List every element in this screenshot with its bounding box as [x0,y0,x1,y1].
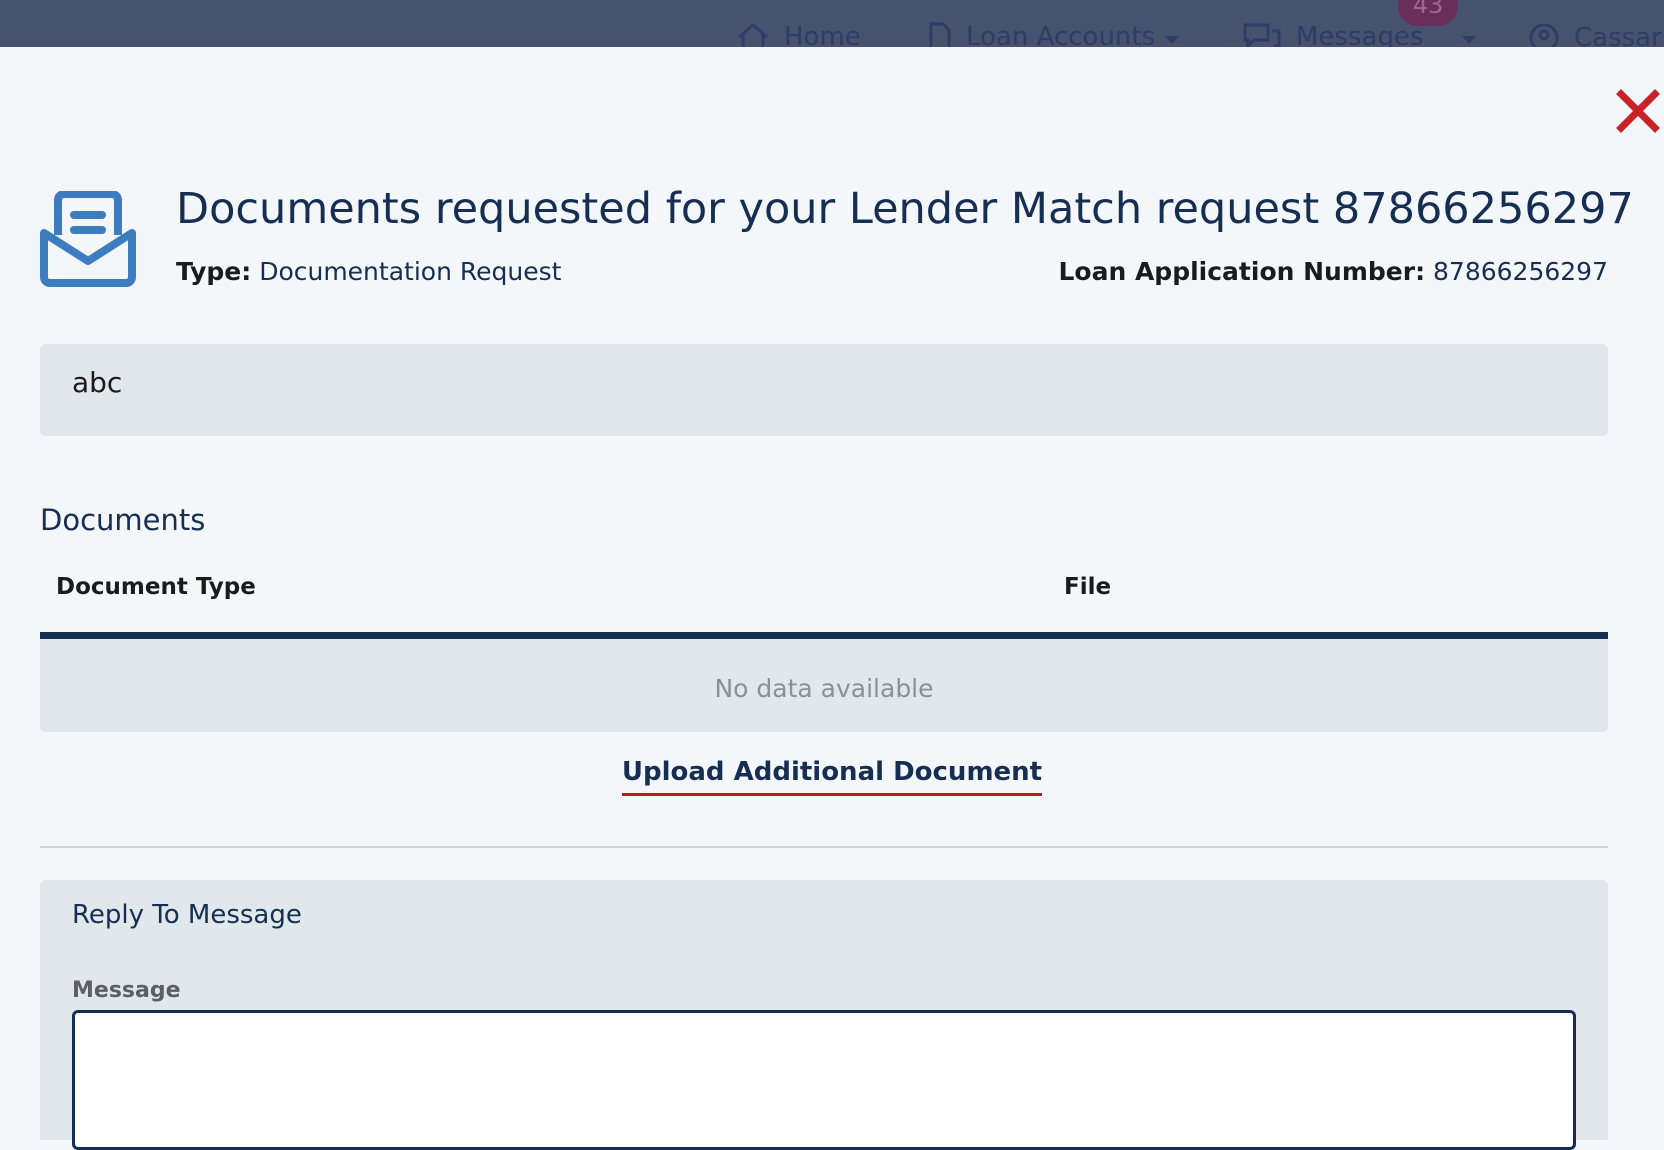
table-header: Document Type File [40,567,1608,639]
loan-application-number: Loan Application Number: 87866256297 [1058,257,1608,286]
nav-user-label: Cassar [1574,23,1662,47]
type-label: Type: [176,257,252,286]
envelope-document-icon [40,190,136,287]
message-type: Type: Documentation Request [176,257,561,286]
reply-card: Reply To Message Message [40,880,1608,1150]
nav-home[interactable]: Home [736,22,861,47]
nav-loan-accounts-label: Loan Accounts [966,22,1156,47]
type-value: Documentation Request [259,257,562,286]
loan-number-value: 87866256297 [1433,257,1608,286]
chevron-down-icon [1165,36,1180,44]
chat-icon [1243,23,1281,47]
message-detail-modal: Documents requested for your Lender Matc… [0,47,1664,1150]
loan-number-label: Loan Application Number: [1058,257,1426,286]
upload-link-container: Upload Additional Document [0,757,1664,796]
chevron-down-icon [1461,36,1476,44]
empty-table-message: No data available [40,639,1608,732]
column-header-file[interactable]: File [1064,567,1111,607]
nav-home-label: Home [784,22,861,47]
user-icon [1529,23,1559,47]
documents-heading: Documents [40,503,206,537]
documents-table: Document Type File No data available [40,567,1608,732]
message-textarea[interactable] [72,1010,1576,1150]
column-header-document-type[interactable]: Document Type [56,567,256,607]
nav-messages-label: Messages [1296,22,1424,47]
divider [40,846,1608,848]
page-title: Documents requested for your Lender Matc… [176,184,1634,234]
message-body: abc [40,344,1608,436]
top-navigation: Home Loan Accounts Messages 43 Cassar [0,0,1664,47]
reply-heading: Reply To Message [72,900,302,930]
nav-user-menu[interactable]: Cassar [1528,22,1662,47]
close-button[interactable] [1616,89,1660,133]
close-icon [1616,89,1660,133]
home-icon [738,23,768,47]
document-icon [929,22,951,47]
message-field-label: Message [72,978,181,1003]
upload-additional-document-link[interactable]: Upload Additional Document [621,757,1043,796]
messages-count-badge: 43 [1398,0,1458,26]
nav-loan-accounts[interactable]: Loan Accounts [928,22,1180,47]
